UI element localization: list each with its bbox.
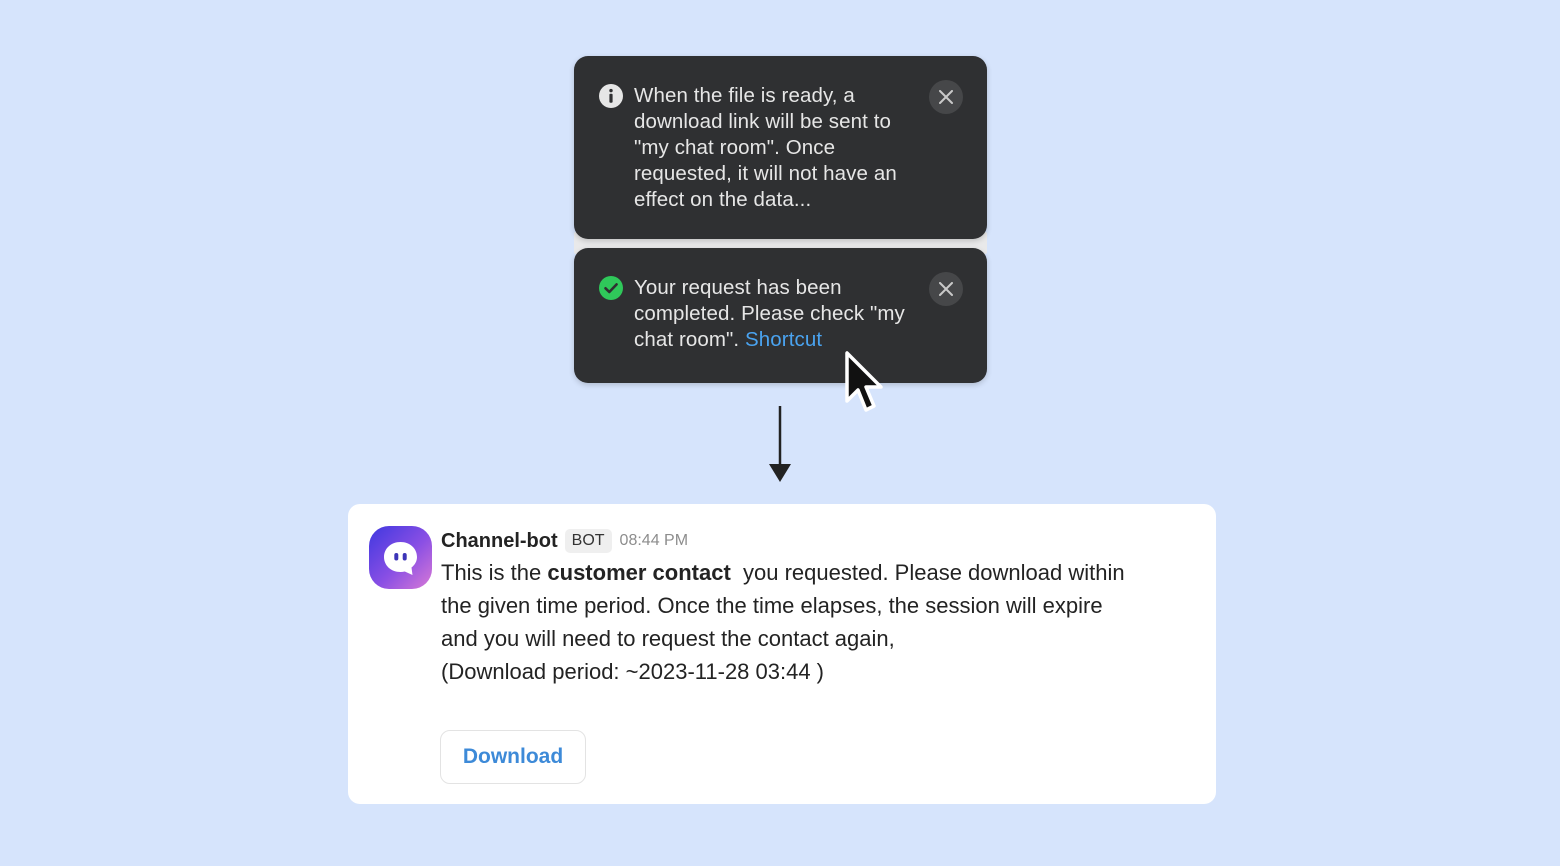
bot-message-card: Channel-bot BOT 08:44 PM This is the cus…	[348, 504, 1216, 804]
info-toast-message: When the file is ready, a download link …	[634, 84, 897, 211]
info-toast-close-button[interactable]	[929, 80, 963, 114]
sender-name: Channel-bot	[441, 529, 558, 552]
download-button[interactable]: Download	[440, 730, 586, 784]
success-toast: Your request has been completed. Please …	[574, 248, 987, 383]
info-toast: When the file is ready, a download link …	[574, 56, 987, 239]
check-circle-icon	[599, 276, 623, 300]
message-text-bold: customer contact	[547, 560, 731, 585]
bot-badge: BOT	[564, 529, 612, 553]
download-period: (Download period: ~2023-11-28 03:44 )	[441, 659, 825, 684]
info-icon	[599, 84, 623, 108]
message-body: This is the customer contact you request…	[441, 556, 1141, 688]
close-icon	[939, 282, 953, 296]
shortcut-link[interactable]: Shortcut	[745, 328, 822, 351]
close-icon	[939, 90, 953, 104]
channel-bot-avatar	[369, 526, 432, 589]
success-toast-close-button[interactable]	[929, 272, 963, 306]
down-arrow-icon	[768, 406, 792, 484]
success-toast-text: Your request has been completed. Please …	[634, 275, 934, 353]
message-paragraph: This is the customer contact you request…	[441, 556, 1141, 655]
message-text-prefix: This is the	[441, 560, 542, 585]
message-header: Channel-bot BOT 08:44 PM	[441, 528, 688, 554]
mouse-cursor-icon	[842, 348, 888, 418]
message-timestamp: 08:44 PM	[619, 532, 689, 549]
message-text-suffix: you requested. Please download within th…	[441, 560, 1125, 651]
